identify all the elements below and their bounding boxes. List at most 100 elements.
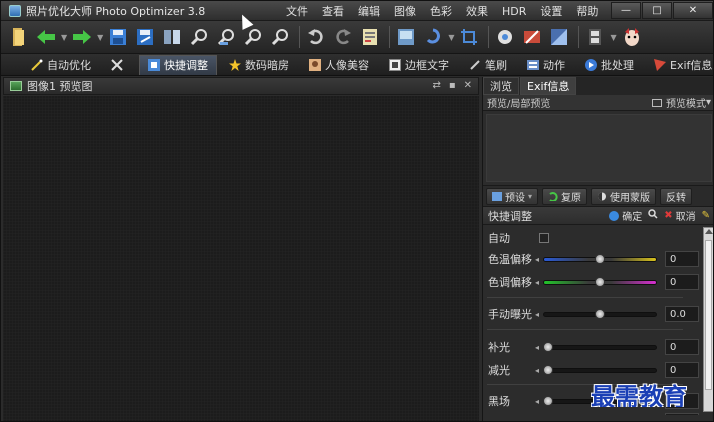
close-preview-icon[interactable]: ✕: [464, 80, 472, 91]
open-icon[interactable]: [7, 25, 31, 49]
tab-tools[interactable]: [103, 55, 135, 75]
save-as-icon[interactable]: [133, 25, 157, 49]
restore-button[interactable]: 复原: [542, 187, 588, 205]
history-icon[interactable]: [358, 25, 382, 49]
temperature-slider[interactable]: ◂: [535, 251, 661, 267]
tab-browse[interactable]: 浏览: [483, 77, 519, 95]
color-picker-icon[interactable]: [493, 25, 517, 49]
reduce-light-slider[interactable]: ◂: [535, 362, 661, 378]
compare-icon[interactable]: [160, 25, 184, 49]
white-point-value[interactable]: 255: [665, 413, 699, 415]
menu-edit[interactable]: 编辑: [351, 3, 387, 19]
menu-hdr[interactable]: HDR: [495, 5, 533, 18]
menu-file[interactable]: 文件: [279, 3, 315, 19]
minimize-button[interactable]: —: [611, 2, 641, 19]
back-arrow-icon[interactable]: [34, 25, 58, 49]
quick-adjust-icon: [148, 59, 160, 71]
maximize-button[interactable]: □: [642, 2, 672, 19]
forward-arrow-icon[interactable]: [70, 25, 94, 49]
zoom-in-icon[interactable]: [187, 25, 211, 49]
cancel-button[interactable]: ✖ 取消: [664, 208, 695, 223]
image-doc-icon: [10, 81, 22, 91]
save-icon[interactable]: [106, 25, 130, 49]
tab-quick-adjust[interactable]: 快捷调整: [139, 54, 217, 75]
mask-icon: [597, 192, 607, 201]
tint-slider[interactable]: ◂: [535, 274, 661, 290]
fill-light-value[interactable]: 0: [665, 339, 699, 355]
local-preview-thumbnail[interactable]: [486, 114, 712, 182]
back-dropdown-icon[interactable]: ▼: [61, 33, 67, 42]
image-info-icon[interactable]: [394, 25, 418, 49]
menu-effects[interactable]: 效果: [459, 3, 495, 19]
confirm-label: 确定: [622, 212, 643, 223]
undo-icon[interactable]: [304, 25, 328, 49]
temperature-value[interactable]: 0: [665, 251, 699, 267]
brush-icon[interactable]: [520, 25, 544, 49]
scroll-thumb[interactable]: [705, 240, 712, 390]
gradient-icon[interactable]: [547, 25, 571, 49]
mask-face-icon[interactable]: [620, 25, 644, 49]
menu-settings[interactable]: 设置: [533, 3, 569, 19]
slider-knob[interactable]: [595, 254, 605, 264]
confirm-icon: [609, 210, 620, 221]
tab-label: 人像美容: [325, 58, 369, 72]
preview-title: 图像1 预览图: [27, 80, 93, 93]
tint-value[interactable]: 0: [665, 274, 699, 290]
preview-mode-dropdown[interactable]: 预览模式 ▾: [651, 95, 711, 110]
tools-icon: [111, 58, 123, 71]
rotate-icon[interactable]: [421, 25, 445, 49]
reduce-light-value[interactable]: 0: [665, 362, 699, 378]
film-icon[interactable]: [583, 25, 607, 49]
scroll-up-arrow-icon[interactable]: [705, 229, 713, 234]
action-icon: [527, 59, 539, 71]
zoom-actual-icon[interactable]: [268, 25, 292, 49]
tab-action[interactable]: 动作: [519, 55, 573, 75]
auto-checkbox[interactable]: [539, 233, 549, 243]
preset-button[interactable]: 预设 ▾: [486, 187, 539, 205]
confirm-button[interactable]: 确定: [609, 208, 642, 223]
invert-button[interactable]: 反转: [660, 187, 693, 205]
exposure-slider[interactable]: ◂: [535, 306, 661, 322]
menu-help[interactable]: 帮助: [569, 3, 605, 19]
redo-icon[interactable]: [331, 25, 355, 49]
tab-exif[interactable]: Exif信息: [520, 77, 577, 95]
window-controls: — □ ✕: [610, 2, 713, 19]
zoom-out-icon[interactable]: [214, 25, 238, 49]
slider-bullet-icon: ◂: [535, 396, 540, 406]
exposure-value[interactable]: 0.0: [665, 306, 699, 322]
fill-light-slider[interactable]: ◂: [535, 339, 661, 355]
tab-exif-info[interactable]: Exif信息: [646, 55, 713, 75]
slider-knob[interactable]: [595, 309, 605, 319]
tab-auto-optimize[interactable]: 自动优化: [23, 55, 99, 75]
rotate-dropdown-icon[interactable]: ▼: [448, 33, 454, 42]
tab-label: Exif信息: [670, 58, 713, 72]
slider-knob[interactable]: [543, 342, 553, 352]
white-point-slider[interactable]: ◂: [535, 413, 661, 415]
slider-knob[interactable]: [543, 365, 553, 375]
pin-button[interactable]: ✎: [702, 210, 710, 221]
slider-knob[interactable]: [595, 277, 605, 287]
tab-frame-text[interactable]: 边框文字: [381, 55, 457, 75]
menu-view[interactable]: 查看: [315, 3, 351, 19]
restore-label: 复原: [561, 192, 582, 204]
zoom-preview-button[interactable]: [648, 209, 658, 222]
image-canvas[interactable]: [3, 96, 479, 421]
film-dropdown-icon[interactable]: ▼: [610, 33, 616, 42]
slider-bullet-icon: ◂: [535, 277, 540, 287]
slider-row: 色温偏移 ◂ 0: [483, 249, 699, 269]
crop-icon[interactable]: [457, 25, 481, 49]
forward-dropdown-icon[interactable]: ▼: [97, 33, 103, 42]
swap-panel-icon[interactable]: ⇄: [432, 80, 440, 91]
tab-digital-darkroom[interactable]: 数码暗房: [221, 55, 297, 75]
menu-color[interactable]: 色彩: [423, 3, 459, 19]
toolbar-separator: [578, 26, 580, 48]
restore-panel-icon[interactable]: ▪: [449, 80, 456, 91]
use-mask-button[interactable]: 使用蒙版: [591, 187, 657, 205]
slider-knob[interactable]: [543, 396, 553, 406]
tab-portrait-beauty[interactable]: 人像美容: [301, 55, 377, 75]
close-button[interactable]: ✕: [673, 2, 713, 19]
tab-batch[interactable]: 批处理: [577, 55, 642, 75]
divider: [487, 297, 683, 298]
menu-image[interactable]: 图像: [387, 3, 423, 19]
tab-brush[interactable]: 笔刷: [461, 55, 515, 75]
